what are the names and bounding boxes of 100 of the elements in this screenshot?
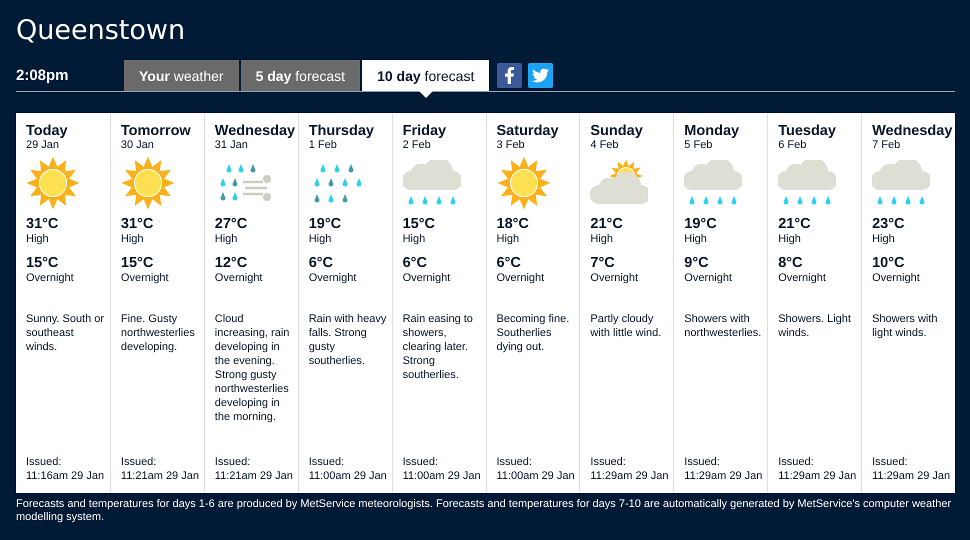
issued-label: Issued: (120, 455, 158, 469)
overnight-label: Overnight (778, 272, 827, 285)
high-temperature: 21°C (778, 216, 812, 233)
forecast-summary: Rain with heavy falls. Strong gusty southerlies. (308, 312, 388, 369)
overnight-label: Overnight (684, 272, 733, 285)
high-temperature: 19°C (308, 216, 342, 233)
day-name: Sunday (590, 123, 644, 139)
issued-label: Issued: (590, 455, 627, 469)
issued-time: 11:29am 29 Jan (872, 469, 951, 483)
date: 30 Jan (120, 139, 155, 152)
rain-cloud-icon (778, 160, 836, 206)
date: 2 Feb (402, 139, 432, 152)
issued-label: Issued: (872, 455, 909, 469)
day-name: Tomorrow (120, 123, 192, 139)
tab-pointer-icon (418, 91, 433, 98)
forecast-summary: Fine. Gusty northwesterlies developing. (120, 312, 196, 355)
date: 7 Feb (872, 139, 902, 152)
high-label: High (872, 233, 896, 246)
day-name: Friday (402, 123, 448, 139)
overnight-label: Overnight (872, 272, 921, 285)
high-temperature: 31°C (26, 216, 60, 233)
high-temperature: 27°C (214, 216, 248, 233)
issued-label: Issued: (214, 455, 252, 469)
sun-icon (496, 156, 550, 210)
issued-time: 11:29am 29 Jan (590, 469, 670, 483)
forecast-summary: Showers. Light winds. (778, 312, 852, 341)
issued-time: 11:16am 29 Jan (26, 469, 106, 483)
issued-time: 11:29am 29 Jan (684, 469, 764, 483)
day-name: Saturday (496, 123, 560, 139)
forecast-summary: Showers with northwesterlies. (684, 312, 762, 341)
current-time: 2:08pm (16, 67, 70, 84)
rain-cloud-icon (872, 160, 930, 206)
date: 5 Feb (684, 139, 714, 152)
high-temperature: 18°C (496, 216, 530, 233)
issued-label: Issued: (26, 455, 62, 469)
day-name: Wednesday (872, 123, 951, 139)
high-label: High (120, 233, 145, 246)
high-temperature: 19°C (684, 216, 718, 233)
twitter-icon (532, 67, 550, 84)
rain-cloud-icon (684, 160, 742, 206)
issued-time: 11:21am 29 Jan (214, 469, 294, 483)
issued-label: Issued: (308, 455, 346, 469)
date: 1 Feb (308, 139, 338, 152)
day-name: Wednesday (214, 123, 294, 139)
footnote: Forecasts and temperatures for days 1-6 are produced by MetService meteorologists. Forecasts and temperatures for days 7-10 are automatically generated by MetService's computer weather modelling system. (16, 498, 952, 524)
low-temperature: 7°C (590, 255, 616, 272)
date: 31 Jan (214, 139, 249, 152)
facebook-share-button[interactable] (497, 63, 522, 88)
twitter-share-button[interactable] (528, 63, 554, 88)
issued-time: 11:21am 29 Jan (120, 469, 200, 483)
sun-behind-cloud-icon (590, 160, 648, 206)
issued-label: Issued: (402, 455, 440, 469)
forecast-tab[interactable]: 10 day forecast (362, 60, 490, 91)
high-temperature: 23°C (872, 216, 906, 233)
low-temperature: 6°C (402, 255, 428, 272)
forecast-summary: Showers with light winds. (872, 312, 939, 341)
low-temperature: 8°C (778, 255, 804, 272)
overnight-label: Overnight (26, 272, 75, 285)
forecast-summary: Partly cloudy with little wind. (590, 312, 662, 341)
forecast-summary: Rain easing to showers, clearing later. Strong southerlies. (402, 312, 474, 383)
rain-cloud-icon (402, 160, 461, 206)
day-name: Monday (684, 123, 740, 139)
forecast-summary: Becoming fine. Southerlies dying out. (496, 312, 570, 355)
high-label: High (496, 233, 520, 246)
overnight-label: Overnight (120, 272, 170, 285)
low-temperature: 6°C (308, 255, 334, 272)
high-label: High (684, 233, 708, 246)
overnight-label: Overnight (214, 272, 264, 285)
date: 4 Feb (590, 139, 620, 152)
forecast-summary: Cloud increasing, rain developing in the evening. Strong gusty northwesterlies developing in the morning. (214, 312, 290, 425)
low-temperature: 15°C (26, 255, 60, 272)
low-temperature: 15°C (120, 255, 154, 272)
overnight-label: Overnight (590, 272, 640, 285)
issued-time: 11:00am 29 Jan (308, 469, 388, 483)
issued-time: 11:29am 29 Jan (778, 469, 858, 483)
high-temperature: 15°C (402, 216, 436, 233)
low-temperature: 9°C (684, 255, 710, 272)
low-temperature: 10°C (872, 255, 906, 272)
sun-icon (26, 156, 80, 210)
forecast-tab[interactable]: 5 day forecast (240, 60, 360, 91)
high-label: High (778, 233, 802, 246)
issued-time: 11:00am 29 Jan (402, 469, 482, 483)
overnight-label: Overnight (402, 272, 452, 285)
date: 6 Feb (778, 139, 808, 152)
high-temperature: 21°C (590, 216, 624, 233)
high-label: High (590, 233, 614, 246)
high-label: High (308, 233, 332, 246)
day-name: Tuesday (778, 123, 837, 139)
sun-icon (120, 156, 175, 210)
high-temperature: 31°C (120, 216, 154, 233)
forecast-summary: Sunny. South or southeast winds. (26, 312, 106, 355)
date: 29 Jan (26, 139, 60, 152)
high-label: High (214, 233, 238, 246)
overnight-label: Overnight (308, 272, 358, 285)
issued-label: Issued: (496, 455, 533, 469)
forecast-tab[interactable]: Your weather (124, 60, 239, 91)
high-label: High (402, 233, 426, 246)
issued-label: Issued: (778, 455, 815, 469)
issued-time: 11:00am 29 Jan (496, 469, 576, 483)
low-temperature: 12°C (214, 255, 248, 272)
